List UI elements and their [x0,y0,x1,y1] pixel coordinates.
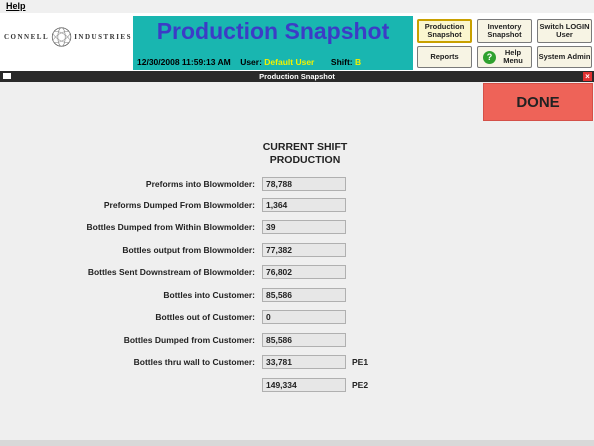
status-shift-value: B [355,57,362,67]
company-logo: CONNELL INDUSTRIES [4,16,132,58]
reports-button[interactable]: Reports [417,46,472,68]
question-circle-icon: ? [483,50,496,64]
app-header: CONNELL INDUSTRIES Production Snapshot 1… [0,13,594,71]
production-panel: DONE CURRENT SHIFT PRODUCTION Preforms i… [0,82,594,446]
production-snapshot-label: Production Snapshot [424,22,465,39]
row-label: Preforms into Blowmolder: [145,179,255,189]
window-title: Production Snapshot [259,72,335,81]
system-admin-button[interactable]: System Admin [537,46,592,68]
help-menu-label: Help Menu [503,48,523,65]
reports-label: Reports [430,52,459,61]
row-value-field: 0 [262,310,346,324]
row-value-field: 85,586 [262,333,346,347]
window-titlebar: Production Snapshot × [0,71,594,82]
section-title: CURRENT SHIFT PRODUCTION [250,141,360,167]
inventory-snapshot-button[interactable]: Inventory Snapshot [477,19,532,43]
inventory-snapshot-label: Inventory Snapshot [487,22,522,39]
title-banner: Production Snapshot 12/30/2008 11:59:13 … [133,16,413,70]
status-user-label: User: [240,57,262,67]
row-value-field: 78,788 [262,177,346,191]
row-value-field: 149,334 [262,378,346,392]
row-value-field: 1,364 [262,198,346,212]
row-label: Bottles Sent Downstream of Blowmolder: [87,267,255,277]
close-x-icon[interactable]: × [583,72,592,81]
help-menu-button[interactable]: ? Help Menu [477,46,532,68]
row-label: Bottles Dumped from Within Blowmolder: [86,222,255,232]
status-shift-label: Shift: [330,57,353,67]
switch-login-user-button[interactable]: Switch LOGIN User [537,19,592,43]
switch-login-user-label: Switch LOGIN User [539,22,590,39]
row-suffix-pe1: PE1 [352,357,369,367]
menu-bar: Help [0,0,594,14]
row-value-field: 76,802 [262,265,346,279]
globe-ribbon-icon [51,27,72,47]
page-title: Production Snapshot [156,18,390,44]
bottom-bar [0,440,594,446]
logo-text-right: INDUSTRIES [74,33,132,41]
row-value-field: 85,586 [262,288,346,302]
section-title-line1: CURRENT SHIFT [262,141,348,153]
done-button[interactable]: DONE [483,83,593,121]
status-line: 12/30/2008 11:59:13 AM User: Default Use… [137,57,361,67]
row-value-field: 77,382 [262,243,346,257]
row-value-field: 39 [262,220,346,234]
row-label: Bottles into Customer: [163,290,255,300]
status-datetime: 12/30/2008 11:59:13 AM [137,57,231,67]
section-title-line2: PRODUCTION [269,154,341,166]
row-label: Bottles output from Blowmolder: [122,245,255,255]
status-user-value: Default User [264,57,315,67]
production-snapshot-button[interactable]: Production Snapshot [417,19,472,43]
menu-help[interactable]: Help [6,1,26,11]
row-label: Bottles thru wall to Customer: [133,357,255,367]
row-label: Bottles out of Customer: [155,312,255,322]
system-admin-label: System Admin [538,52,591,61]
row-label: Preforms Dumped From Blowmolder: [103,200,255,210]
logo-text-left: CONNELL [4,33,50,41]
row-label: Bottles Dumped from Customer: [123,335,255,345]
row-value-field: 33,781 [262,355,346,369]
row-suffix-pe2: PE2 [352,380,369,390]
